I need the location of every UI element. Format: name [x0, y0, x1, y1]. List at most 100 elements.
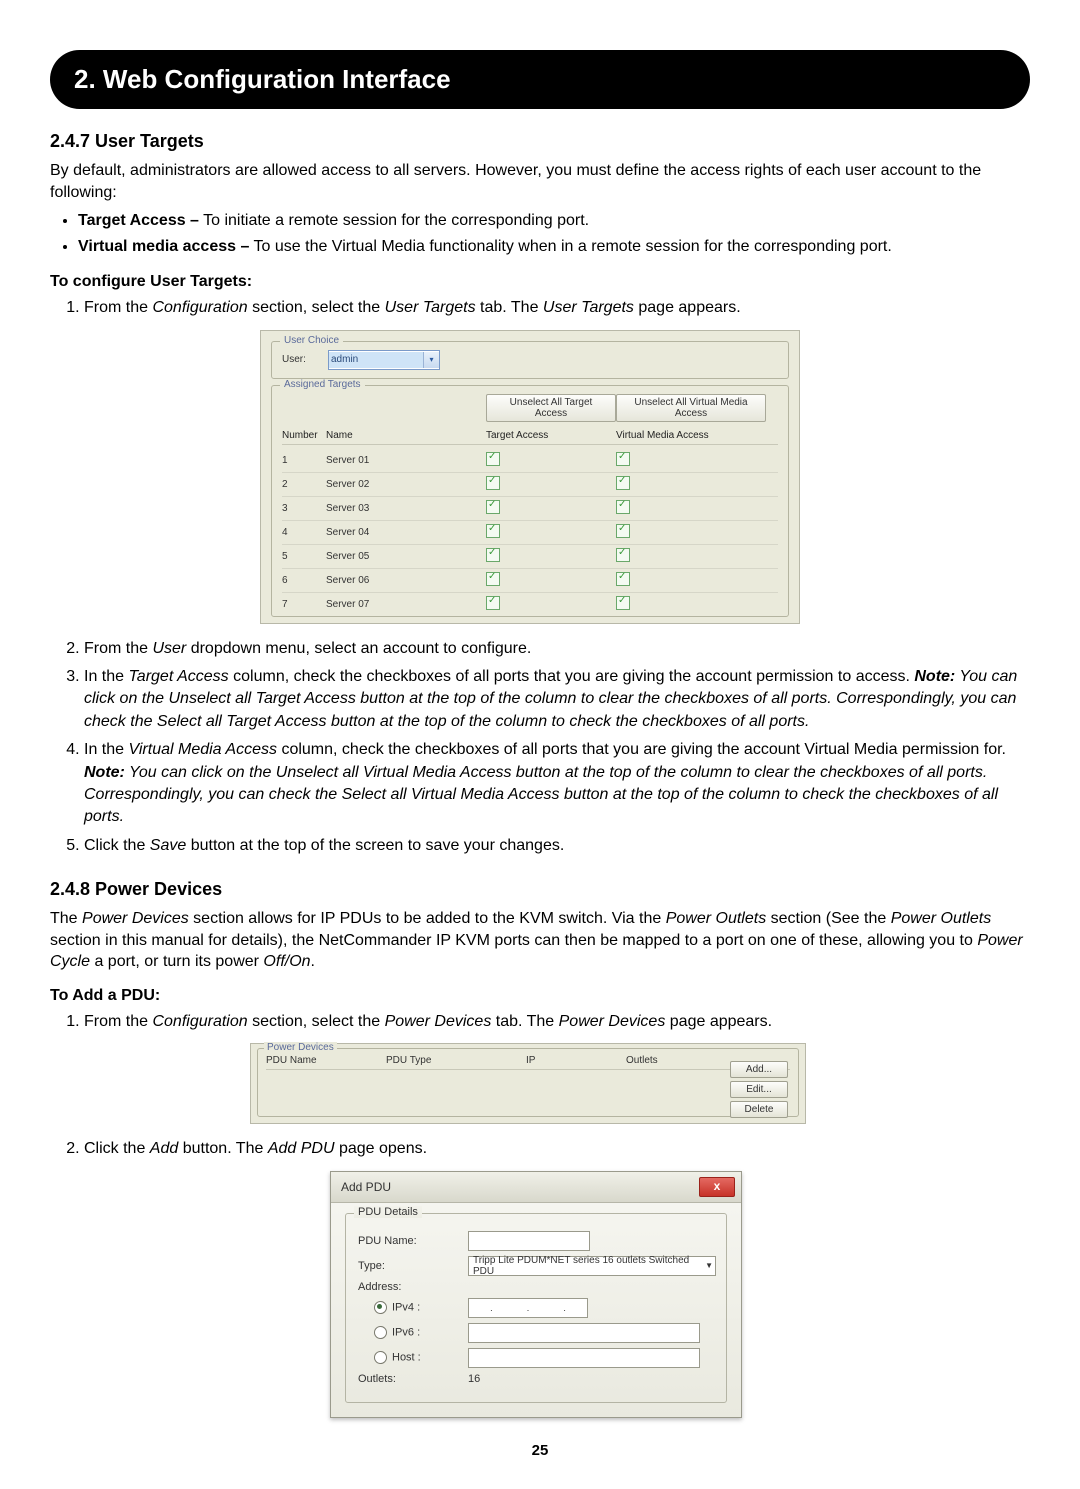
user-label: User:	[282, 354, 318, 365]
virtual-media-checkbox[interactable]	[616, 452, 630, 466]
virtual-media-checkbox[interactable]	[616, 548, 630, 562]
t: a port, or turn its power	[90, 953, 263, 970]
c: Server 07	[326, 599, 486, 610]
virtual-media-checkbox[interactable]	[616, 476, 630, 490]
section-247-heading: 2.4.7 User Targets	[50, 131, 1030, 152]
unselect-all-virtual-media-button[interactable]: Unselect All Virtual Media Access	[616, 394, 766, 422]
step-3: In the Target Access column, check the c…	[84, 666, 1030, 733]
pdu-name-label: PDU Name:	[358, 1235, 468, 1247]
target-access-checkbox[interactable]	[486, 572, 500, 586]
ipv4-input[interactable]: ...	[468, 1298, 588, 1318]
t: section in this manual for details), the…	[50, 932, 977, 949]
host-radio[interactable]	[374, 1351, 387, 1364]
t: Virtual Media Access	[128, 741, 277, 758]
bullet2-text: To use the Virtual Media functionality w…	[249, 238, 891, 255]
target-access-checkbox[interactable]	[486, 452, 500, 466]
t: section, select the	[248, 1013, 385, 1030]
host-input[interactable]	[468, 1348, 700, 1368]
target-access-checkbox[interactable]	[486, 476, 500, 490]
ipv6-input[interactable]	[468, 1323, 700, 1343]
user-select-input[interactable]	[329, 352, 423, 368]
host-label: Host :	[392, 1352, 421, 1364]
c: 4	[282, 527, 326, 538]
t: Note:	[84, 764, 125, 781]
configure-user-targets-head: To configure User Targets:	[50, 273, 1030, 291]
step-5: Click the Save button at the top of the …	[84, 835, 1030, 857]
virtual-media-checkbox[interactable]	[616, 572, 630, 586]
section-247-intro: By default, administrators are allowed a…	[50, 160, 1030, 203]
add-pdu-dialog: Add PDU x PDU Details PDU Name: Type: Tr…	[330, 1171, 742, 1418]
type-select[interactable]: Tripp Lite PDUM*NET series 16 outlets Sw…	[468, 1256, 716, 1276]
t: section, select the	[248, 299, 385, 316]
user-select[interactable]: ▾	[328, 350, 440, 370]
t: column, check the checkboxes of all port…	[229, 668, 915, 685]
c: 3	[282, 503, 326, 514]
step-4: In the Virtual Media Access column, chec…	[84, 739, 1030, 829]
col-pdu-name: PDU Name	[266, 1055, 386, 1066]
virtual-media-checkbox[interactable]	[616, 524, 630, 538]
target-access-checkbox[interactable]	[486, 548, 500, 562]
t: column, check the checkboxes of all port…	[277, 741, 1006, 758]
targets-table-header: Number Name Target Access Virtual Media …	[282, 430, 778, 445]
c: Server 02	[326, 479, 486, 490]
col-pdu-type: PDU Type	[386, 1055, 526, 1066]
t: Configuration	[152, 299, 247, 316]
chevron-down-icon[interactable]: ▾	[423, 352, 439, 368]
t: Power Devices	[82, 910, 189, 927]
col-outlets: Outlets	[626, 1055, 726, 1066]
ipv6-radio[interactable]	[374, 1326, 387, 1339]
t: User Targets	[385, 299, 476, 316]
add-button[interactable]: Add...	[730, 1061, 788, 1078]
t: In the	[84, 741, 128, 758]
virtual-media-checkbox[interactable]	[616, 500, 630, 514]
assigned-targets-fieldset: Assigned Targets Unselect All Target Acc…	[271, 385, 789, 617]
pd-step-1: From the Configuration section, select t…	[84, 1011, 1030, 1033]
target-access-checkbox[interactable]	[486, 524, 500, 538]
t: From the	[84, 299, 152, 316]
type-value: Tripp Lite PDUM*NET series 16 outlets Sw…	[473, 1255, 705, 1277]
bullet-virtual-media: Virtual media access – To use the Virtua…	[78, 235, 1030, 259]
chapter-title-bar: 2. Web Configuration Interface	[50, 50, 1030, 109]
c: Server 01	[326, 455, 486, 466]
bullet1-text: To initiate a remote session for the cor…	[199, 212, 589, 229]
target-access-checkbox[interactable]	[486, 500, 500, 514]
section-248-para: The Power Devices section allows for IP …	[50, 908, 1030, 973]
pdu-name-input[interactable]	[468, 1231, 590, 1251]
user-choice-fieldset: User Choice User: ▾	[271, 341, 789, 379]
t: button. The	[178, 1140, 268, 1157]
c: 6	[282, 575, 326, 586]
t: Power Outlets	[666, 910, 766, 927]
unselect-all-target-access-button[interactable]: Unselect All Target Access	[486, 394, 616, 422]
table-row: 1Server 01	[282, 449, 778, 473]
address-label: Address:	[358, 1281, 468, 1293]
t: Target Access	[128, 668, 228, 685]
table-row: 4Server 04	[282, 521, 778, 545]
c: Server 05	[326, 551, 486, 562]
table-row: 5Server 05	[282, 545, 778, 569]
type-label: Type:	[358, 1260, 468, 1272]
t: .	[311, 953, 315, 970]
close-button[interactable]: x	[699, 1177, 735, 1197]
t: Add	[150, 1140, 178, 1157]
outlets-value: 16	[468, 1373, 714, 1385]
t: Save	[150, 837, 186, 854]
c: Server 03	[326, 503, 486, 514]
t: page appears.	[634, 299, 741, 316]
user-choice-legend: User Choice	[280, 335, 343, 346]
delete-button[interactable]: Delete	[730, 1101, 788, 1118]
d: .	[490, 1303, 493, 1313]
t: button at the top of the screen to save …	[186, 837, 564, 854]
c: Server 06	[326, 575, 486, 586]
table-row: 3Server 03	[282, 497, 778, 521]
t: Off/On	[263, 953, 310, 970]
bullet1-bold: Target Access –	[78, 212, 199, 229]
target-access-checkbox[interactable]	[486, 596, 500, 610]
to-add-pdu-head: To Add a PDU:	[50, 987, 1030, 1005]
t: section allows for IP PDUs to be added t…	[189, 910, 666, 927]
t: Click the	[84, 1140, 150, 1157]
edit-button[interactable]: Edit...	[730, 1081, 788, 1098]
bullet-target-access: Target Access – To initiate a remote ses…	[78, 209, 1030, 233]
ipv4-radio[interactable]	[374, 1301, 387, 1314]
virtual-media-checkbox[interactable]	[616, 596, 630, 610]
dialog-title: Add PDU	[341, 1180, 391, 1194]
